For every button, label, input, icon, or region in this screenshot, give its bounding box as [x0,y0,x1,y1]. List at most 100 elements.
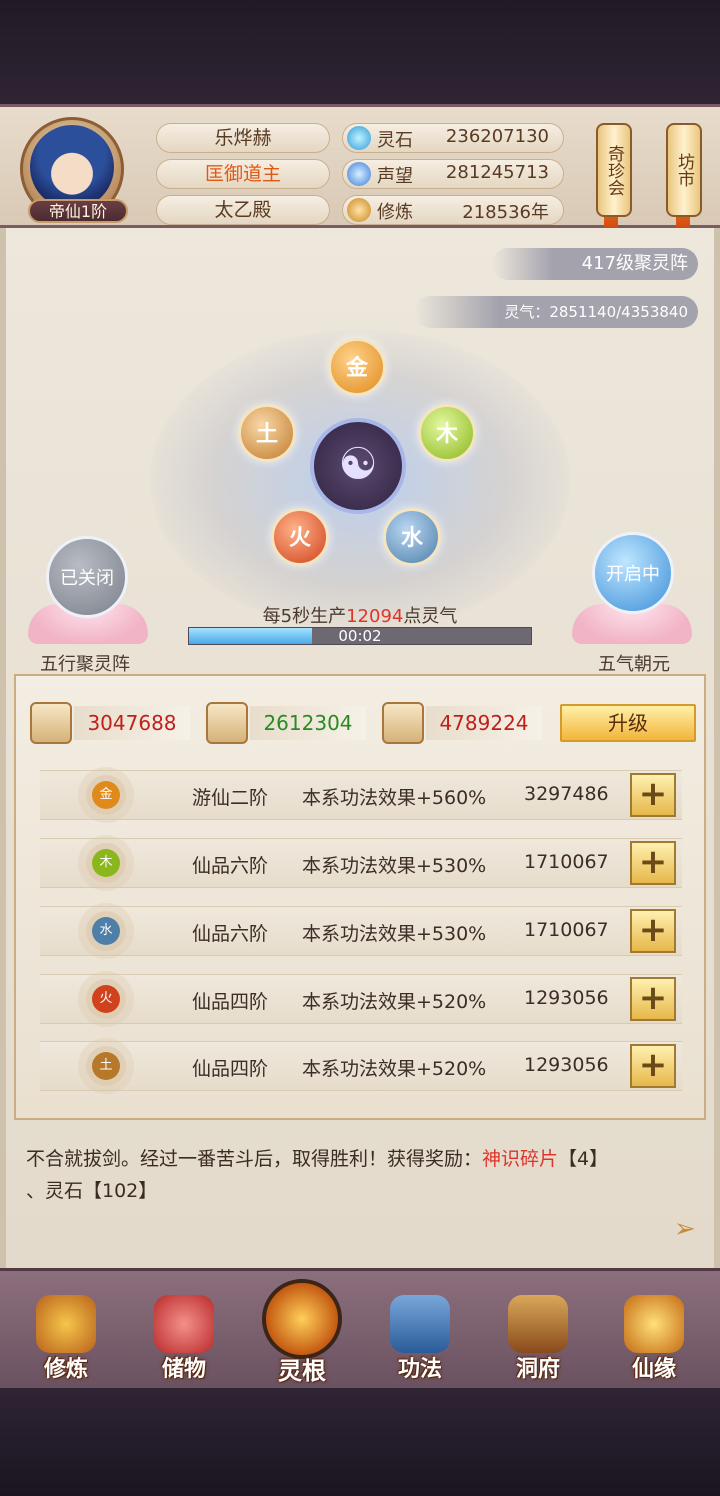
avatar-portrait [30,125,114,209]
nav-technique[interactable]: 功法 [372,1289,468,1385]
cultivation-icon [347,198,371,222]
taiji-icon[interactable]: ☯ [310,418,406,514]
spirit-stone-icon [347,126,371,150]
root-effect: 本系功法效果+530% [302,923,487,945]
produce-suffix: 点灵气 [403,606,458,627]
element-water-orb[interactable]: 水 [383,508,441,566]
nav-storage[interactable]: 储物 [136,1289,232,1385]
production-progress-bar: 00:02 [188,627,532,645]
root-rank: 仙品六阶 [192,855,269,877]
stat-value: 236207130 [445,126,549,147]
root-row-earth: 土 仙品四阶 本系功法效果+520% 1293056 + [40,1041,682,1091]
root-rank: 仙品四阶 [192,991,269,1013]
root-cost: 1293056 [524,1054,609,1076]
cave-mansion-icon [508,1295,568,1353]
log-text: 【4】 [558,1148,609,1170]
cultivation-monk-icon [36,1295,96,1353]
player-sect: 太乙殿 [156,195,330,225]
nav-label: 仙缘 [631,1357,676,1382]
stat-value: 218536年 [462,202,549,223]
stat-label: 声望 [377,166,413,187]
element-wood-orb[interactable]: 木 [418,404,476,462]
log-expand-arrow-icon[interactable]: ➢ [674,1214,696,1244]
root-rank: 仙品四阶 [192,1058,269,1080]
nav-spirit-root[interactable]: 灵根 [254,1275,350,1385]
root-effect: 本系功法效果+560% [302,787,487,809]
nav-cultivation[interactable]: 修炼 [18,1289,114,1385]
storage-bag-icon [154,1295,214,1353]
root-effect: 本系功法效果+520% [302,1058,487,1080]
root-rank: 游仙二阶 [192,787,269,809]
resource-value: 3047688 [74,706,190,740]
nav-fate[interactable]: 仙缘 [606,1289,702,1385]
production-rate: 每5秒生产12094点灵气 [0,602,720,628]
root-upgrade-plus-button[interactable]: + [630,841,676,885]
player-header: 帝仙1阶 乐烨赫 匡御道主 太乙殿 灵石 236207130 声望 281245… [0,104,720,243]
nav-cave[interactable]: 洞府 [490,1289,586,1385]
prestige-icon [347,162,371,186]
market-button[interactable]: 坊市 [666,123,702,217]
log-text: 、灵石【102】 [26,1180,158,1202]
root-upgrade-plus-button[interactable]: + [630,773,676,817]
root-row-fire: 火 仙品四阶 本系功法效果+520% 1293056 + [40,974,682,1024]
root-upgrade-plus-button[interactable]: + [630,977,676,1021]
qi-banner: 灵气：2851140/4353840 [414,296,698,328]
root-upgrade-plus-button[interactable]: + [630,1044,676,1088]
five-element-array-label: 五行聚灵阵 [40,654,130,675]
root-cost: 1293056 [524,987,609,1009]
resource-value: 2612304 [250,706,366,740]
nav-label: 修炼 [43,1357,88,1382]
root-upgrade-plus-button[interactable]: + [630,909,676,953]
stat-cultivation: 修炼 218536年 [342,195,564,225]
root-cost: 1710067 [524,851,609,873]
element-fire-orb[interactable]: 火 [271,508,329,566]
stat-spirit-stone: 灵石 236207130 [342,123,564,153]
produce-prefix: 每5秒生产 [262,606,347,627]
rank-badge: 帝仙1阶 [28,199,128,223]
produce-value: 12094 [346,606,404,627]
earth-orb-icon: 土 [92,1052,120,1080]
treasure-auction-button[interactable]: 奇珍会 [596,123,632,217]
stat-prestige: 声望 281245713 [342,159,564,189]
root-row-wood: 木 仙品六阶 本系功法效果+530% 1710067 + [40,838,682,888]
gourd-icon [624,1295,684,1353]
gold-orb-icon: 金 [92,781,120,809]
root-cost: 1710067 [524,919,609,941]
root-cost: 3297486 [524,783,609,805]
player-title: 匡御道主 [156,159,330,189]
wood-icon [206,702,248,744]
stat-value: 281245713 [445,162,549,183]
array-level-banner: 417级聚灵阵 [491,248,698,280]
element-earth-orb[interactable]: 土 [238,404,296,462]
root-row-water: 水 仙品六阶 本系功法效果+530% 1710067 + [40,906,682,956]
element-gold-orb[interactable]: 金 [328,338,386,396]
nav-label: 储物 [161,1357,206,1382]
log-reward: 神识碎片 [482,1148,559,1170]
five-qi-label: 五气朝元 [598,654,670,675]
stat-label: 修炼 [377,202,413,223]
top-status-area [0,0,720,104]
root-row-gold: 金 游仙二阶 本系功法效果+560% 3297486 + [40,770,682,820]
log-text: 不合就拔剑。经过一番苦斗后，取得胜利！获得奖励： [26,1148,483,1170]
root-rank: 仙品六阶 [192,923,269,945]
bottom-safe-area [0,1388,720,1496]
player-name: 乐烨赫 [156,123,330,153]
upgrade-button[interactable]: 升级 [560,704,696,742]
nav-label: 功法 [397,1357,442,1382]
nav-label: 洞府 [515,1357,560,1382]
bottom-nav: 修炼 储物 灵根 功法 洞府 仙缘 [0,1268,720,1388]
root-effect: 本系功法效果+520% [302,991,487,1013]
progress-timer: 00:02 [338,627,382,645]
stat-label: 灵石 [377,130,413,151]
book-icon [30,702,72,744]
wood-orb-icon: 木 [92,849,120,877]
spirit-root-icon [262,1279,342,1359]
fire-orb-icon: 火 [92,985,120,1013]
event-log: 不合就拔剑。经过一番苦斗后，取得胜利！获得奖励：神识碎片【4】、灵石【102】 [26,1143,696,1207]
nav-label: 灵根 [278,1357,326,1385]
scripture-book-icon [390,1295,450,1353]
root-effect: 本系功法效果+530% [302,855,487,877]
water-orb-icon: 水 [92,917,120,945]
resource-value: 4789224 [426,706,542,740]
herb-icon [382,702,424,744]
